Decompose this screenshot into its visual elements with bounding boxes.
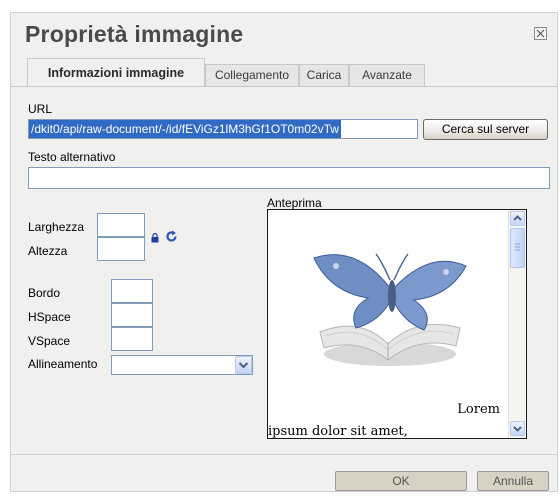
alt-text-label: Testo alternativo — [28, 150, 116, 164]
width-field[interactable] — [97, 213, 145, 237]
url-value: /dkit0/api/raw-document/-/id/fEViGz1lM3h… — [29, 120, 341, 138]
alt-text-field[interactable] — [28, 167, 550, 189]
preview-label: Anteprima — [267, 196, 322, 210]
tab-upload[interactable]: Carica — [299, 64, 349, 86]
preview-scrollbar[interactable] — [508, 210, 526, 438]
lock-icon[interactable] — [151, 232, 159, 246]
hspace-label: HSpace — [28, 310, 71, 324]
scroll-down-icon[interactable] — [510, 421, 525, 436]
vspace-field[interactable] — [111, 327, 153, 351]
preview-text-line1: Lorem — [457, 402, 500, 417]
height-field[interactable] — [97, 237, 145, 261]
width-label: Larghezza — [28, 220, 85, 234]
tab-link[interactable]: Collegamento — [205, 64, 299, 86]
butterfly-book-image — [313, 253, 467, 366]
image-properties-dialog: Proprietà immagine Informazioni immagine… — [10, 12, 558, 492]
scroll-up-icon[interactable] — [510, 211, 525, 226]
footer-divider — [11, 454, 557, 455]
tab-advanced[interactable]: Avanzate — [349, 64, 425, 86]
reset-size-icon[interactable] — [165, 230, 178, 246]
close-icon[interactable] — [534, 27, 547, 40]
ok-button[interactable]: OK — [335, 471, 467, 491]
url-label: URL — [28, 102, 53, 116]
tab-panel-border — [11, 86, 557, 87]
align-label: Allineamento — [28, 357, 98, 371]
url-field[interactable]: /dkit0/api/raw-document/-/id/fEViGz1lM3h… — [28, 119, 418, 139]
align-select[interactable] — [111, 355, 253, 375]
dialog-title: Proprietà immagine — [25, 21, 244, 47]
cancel-button[interactable]: Annulla — [477, 471, 549, 491]
hspace-field[interactable] — [111, 303, 153, 327]
preview-text-line2: ipsum dolor sit amet, — [268, 424, 408, 439]
chevron-down-icon[interactable] — [235, 356, 252, 374]
browse-server-button[interactable]: Cerca sul server — [423, 119, 548, 140]
tab-image-info[interactable]: Informazioni immagine — [27, 58, 205, 86]
vspace-label: VSpace — [28, 334, 71, 348]
height-label: Altezza — [28, 244, 68, 258]
border-field[interactable] — [111, 279, 153, 303]
scroll-thumb[interactable] — [510, 228, 525, 268]
preview-pane[interactable]: Lorem ipsum dolor sit amet, — [267, 209, 527, 439]
border-label: Bordo — [28, 286, 61, 300]
